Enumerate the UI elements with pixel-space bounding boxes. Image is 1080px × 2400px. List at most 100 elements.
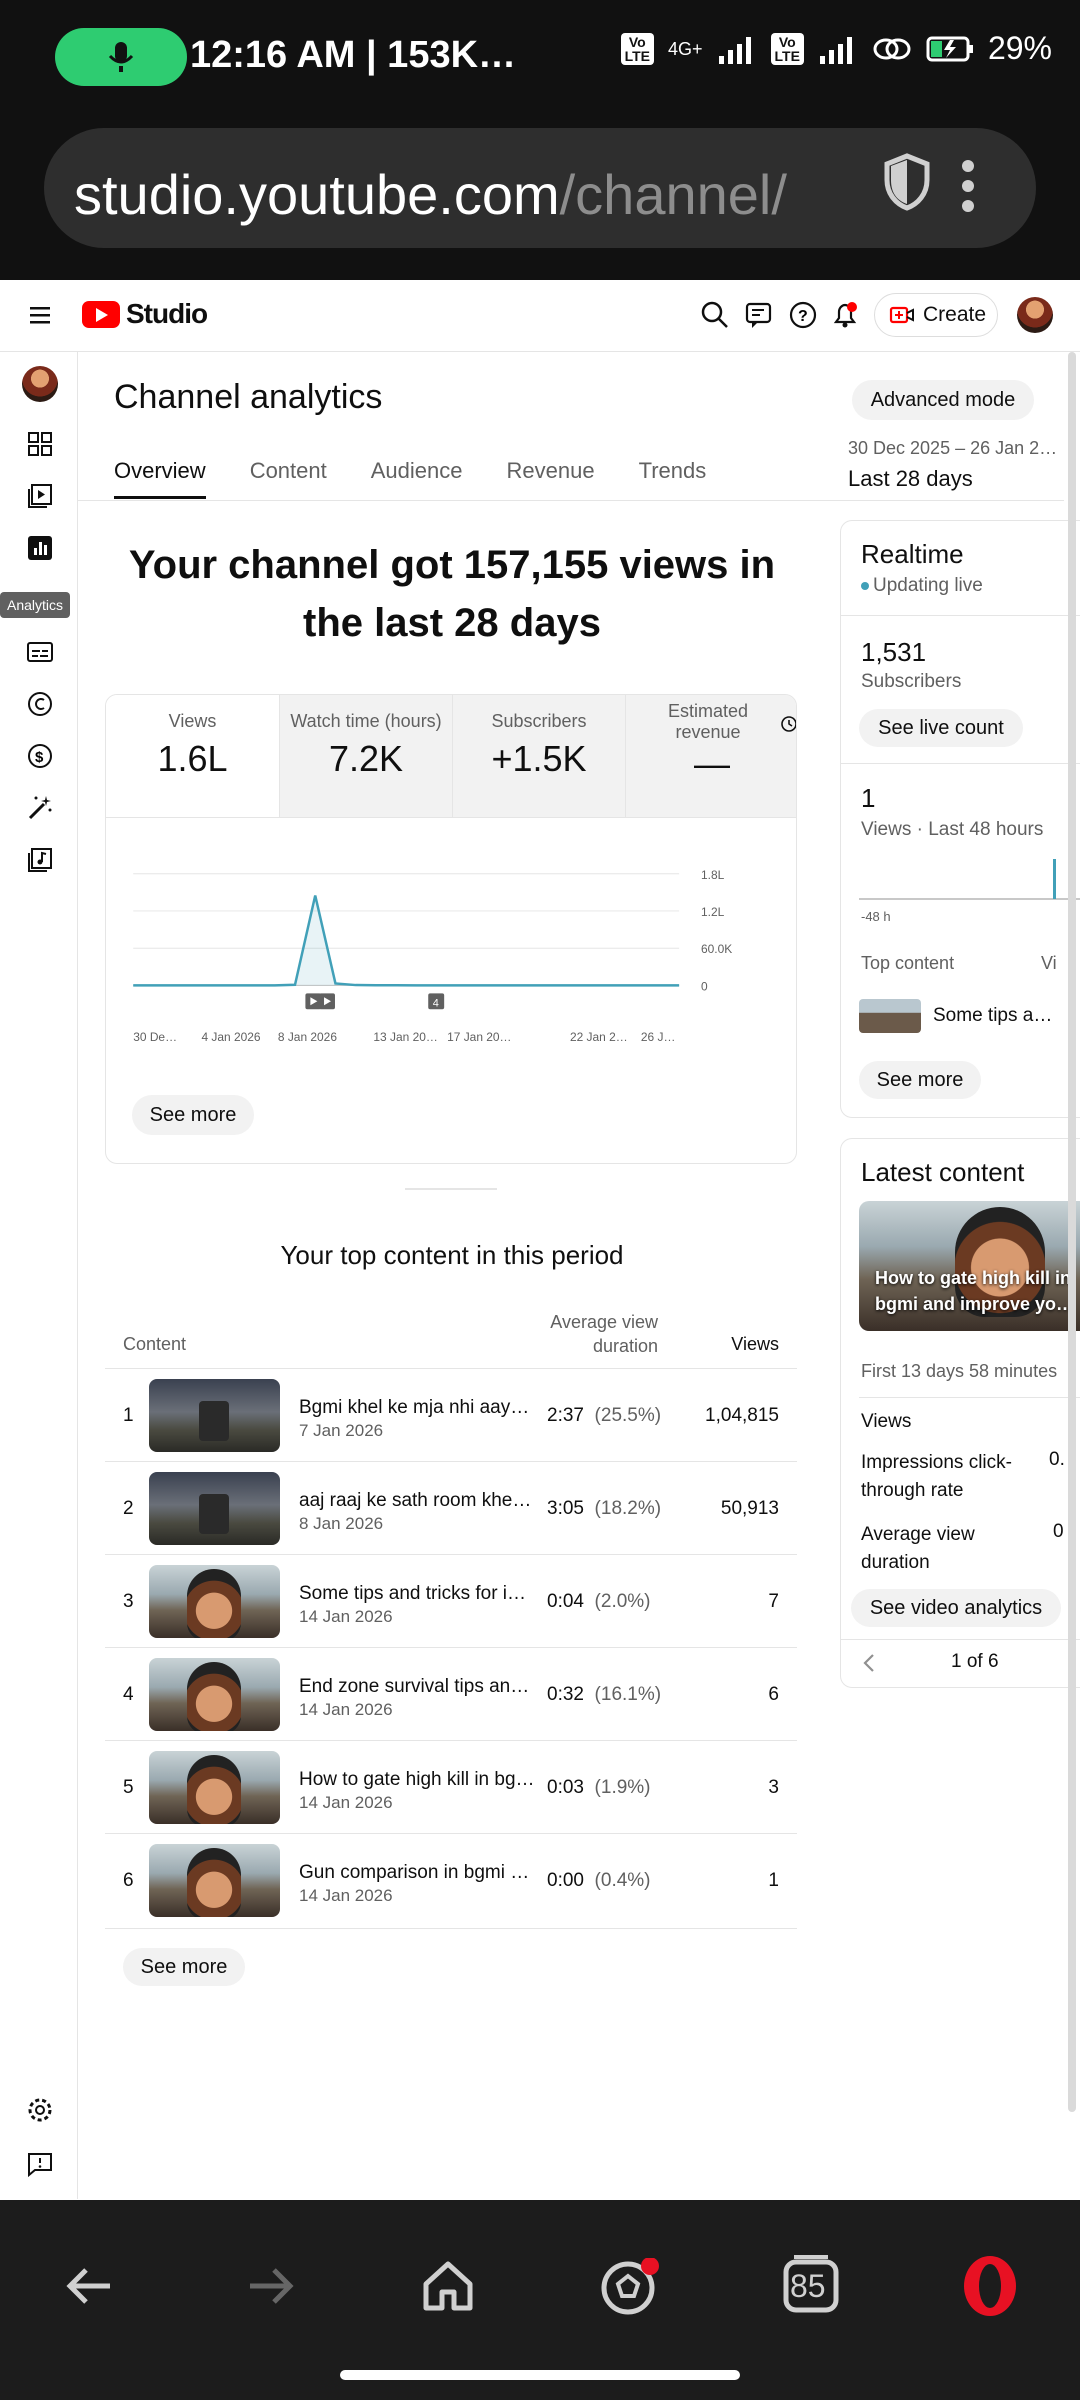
gesture-bar[interactable]	[340, 2370, 740, 2380]
video-date: 8 Jan 2026	[299, 1514, 384, 1533]
help-icon[interactable]: ?	[788, 300, 818, 330]
realtime-top-item[interactable]: Some tips a…	[933, 1005, 1052, 1027]
row-index: 1	[123, 1405, 134, 1426]
video-title[interactable]: aaj raaj ke sath room khel …	[299, 1490, 535, 1512]
x-tick-label: 13 Jan 20…	[373, 1030, 437, 1044]
tab-content[interactable]: Content	[250, 458, 327, 499]
y-tick-label: 1.8L	[701, 868, 725, 882]
avg-view-duration: 0:32 (16.1%)	[547, 1684, 662, 1705]
table-row[interactable]: 1 Bgmi khel ke mja nhi aaya … 7 Jan 2026 2:…	[105, 1368, 797, 1461]
date-period-label[interactable]: Last 28 days	[848, 466, 973, 492]
metric-watch-time[interactable]: Watch time (hours) 7.2K	[279, 695, 452, 817]
status-bar: 12:16 AM | 153K… Vo LTE 4G+ Vo LTE 29%	[0, 0, 1080, 118]
latest-pager: 1 of 6	[951, 1651, 999, 1672]
advanced-mode-button[interactable]: Advanced mode	[852, 380, 1034, 420]
url-text[interactable]: studio.youtube.com/channel/	[74, 162, 874, 227]
football-icon[interactable]	[600, 2258, 660, 2318]
subtitles-icon[interactable]	[26, 638, 54, 666]
video-title[interactable]: Bgmi khel ke mja nhi aaya …	[299, 1397, 535, 1419]
home-icon[interactable]	[420, 2258, 476, 2314]
search-icon[interactable]	[700, 300, 730, 330]
copyright-icon[interactable]	[26, 690, 54, 718]
x-tick-label: 4 Jan 2026	[201, 1030, 260, 1044]
mic-indicator[interactable]	[55, 28, 187, 86]
realtime-status: Updating live	[861, 575, 983, 597]
col-content: Content	[123, 1334, 187, 1354]
table-row[interactable]: 2 aaj raaj ke sath room khel … 8 Jan 2026 3…	[105, 1461, 797, 1554]
studio-logo[interactable]: Studio	[82, 298, 208, 330]
forward-icon[interactable]	[242, 2258, 298, 2314]
earn-icon[interactable]: $	[26, 742, 54, 770]
audio-library-icon[interactable]	[26, 846, 54, 874]
latest-metric-ctr-value: 0.	[1049, 1449, 1065, 1470]
video-thumbnail[interactable]	[149, 1844, 280, 1917]
video-views: 7	[768, 1591, 779, 1612]
table-row[interactable]: 3 Some tips and tricks for i… 14 Jan 2026 0…	[105, 1554, 797, 1647]
table-row[interactable]: 6 Gun comparison in bgmi … 14 Jan 2026 0:00…	[105, 1833, 797, 1926]
status-icons: Vo LTE 4G+ Vo LTE 29%	[620, 30, 1052, 67]
col-views[interactable]: Views	[700, 1334, 779, 1355]
tab-trends[interactable]: Trends	[639, 458, 707, 499]
status-time: 12:16 AM | 153K…	[190, 34, 517, 76]
x-tick-label: 26 J…	[641, 1030, 676, 1044]
channel-avatar[interactable]	[22, 366, 58, 402]
y-tick-label: 0	[701, 979, 708, 993]
dashboard-icon[interactable]	[26, 430, 54, 458]
content-icon[interactable]	[26, 482, 54, 510]
settings-icon[interactable]	[26, 2096, 54, 2124]
latest-content-thumbnail[interactable]: How to gate high kill in bgmi and improv…	[859, 1201, 1080, 1331]
chevron-left-icon[interactable]	[859, 1651, 879, 1675]
row-index: 5	[123, 1777, 134, 1798]
tab-audience[interactable]: Audience	[371, 458, 463, 499]
table-row[interactable]: 5 How to gate high kill in bg… 14 Jan 2026…	[105, 1740, 797, 1833]
video-thumbnail[interactable]	[149, 1379, 280, 1452]
video-thumbnail[interactable]	[149, 1565, 280, 1638]
feedback-icon[interactable]	[26, 2150, 54, 2178]
row-index: 6	[123, 1870, 134, 1891]
col-duration[interactable]: Average view duration	[534, 1310, 658, 1358]
date-range[interactable]: 30 Dec 2025 – 26 Jan 2…	[848, 438, 1058, 459]
more-vert-icon[interactable]	[958, 156, 978, 216]
page-scrollbar[interactable]	[1068, 352, 1076, 2112]
video-thumbnail[interactable]	[149, 1658, 280, 1731]
video-thumbnail[interactable]	[149, 1472, 280, 1545]
address-bar[interactable]: studio.youtube.com/channel/	[44, 128, 1036, 248]
video-title[interactable]: How to gate high kill in bg…	[299, 1769, 535, 1791]
metric-views[interactable]: Views 1.6L	[106, 695, 279, 817]
see-more-chart-button[interactable]: See more	[132, 1095, 254, 1135]
shield-icon[interactable]	[882, 152, 932, 212]
opera-icon[interactable]	[960, 2254, 1020, 2318]
video-title[interactable]: Some tips and tricks for i…	[299, 1583, 535, 1605]
see-video-analytics-button[interactable]: See video analytics	[851, 1589, 1061, 1627]
comments-icon[interactable]	[744, 300, 774, 330]
see-more-content-button[interactable]: See more	[123, 1948, 245, 1986]
video-title[interactable]: End zone survival tips and …	[299, 1676, 535, 1698]
signal-icon-2	[819, 36, 852, 64]
see-more-realtime-button[interactable]: See more	[859, 1061, 981, 1099]
customization-icon[interactable]	[26, 794, 54, 822]
menu-icon[interactable]	[28, 303, 54, 327]
metric-revenue[interactable]: Estimated revenue —	[625, 695, 796, 817]
section-divider	[405, 1188, 497, 1190]
tab-revenue[interactable]: Revenue	[507, 458, 595, 499]
video-thumbnail[interactable]	[149, 1751, 280, 1824]
table-row[interactable]: 4 End zone survival tips and … 14 Jan 2026…	[105, 1647, 797, 1740]
y-tick-label: 1.2L	[701, 905, 725, 919]
create-button[interactable]: Create	[874, 293, 998, 337]
realtime-subs-value: 1,531	[861, 637, 927, 667]
video-date: 14 Jan 2026	[299, 1607, 393, 1626]
video-title[interactable]: Gun comparison in bgmi …	[299, 1862, 535, 1884]
video-date: 14 Jan 2026	[299, 1700, 393, 1719]
latest-thumbnail-caption: How to gate high kill in bgmi and improv…	[875, 1268, 1075, 1314]
speed-dial-icon[interactable]: 85	[782, 2254, 840, 2314]
y-tick-label: 60.0K	[701, 942, 732, 956]
back-icon[interactable]	[62, 2258, 118, 2314]
bell-icon[interactable]	[830, 300, 860, 330]
see-live-count-button[interactable]: See live count	[859, 709, 1023, 747]
realtime-top-thumbnail[interactable]	[859, 999, 921, 1033]
top-content-title: Your top content in this period	[280, 1240, 624, 1270]
account-avatar[interactable]	[1017, 297, 1053, 333]
analytics-icon[interactable]	[26, 534, 54, 562]
metric-subscribers[interactable]: Subscribers +1.5K	[452, 695, 625, 817]
tab-overview[interactable]: Overview	[114, 458, 206, 499]
